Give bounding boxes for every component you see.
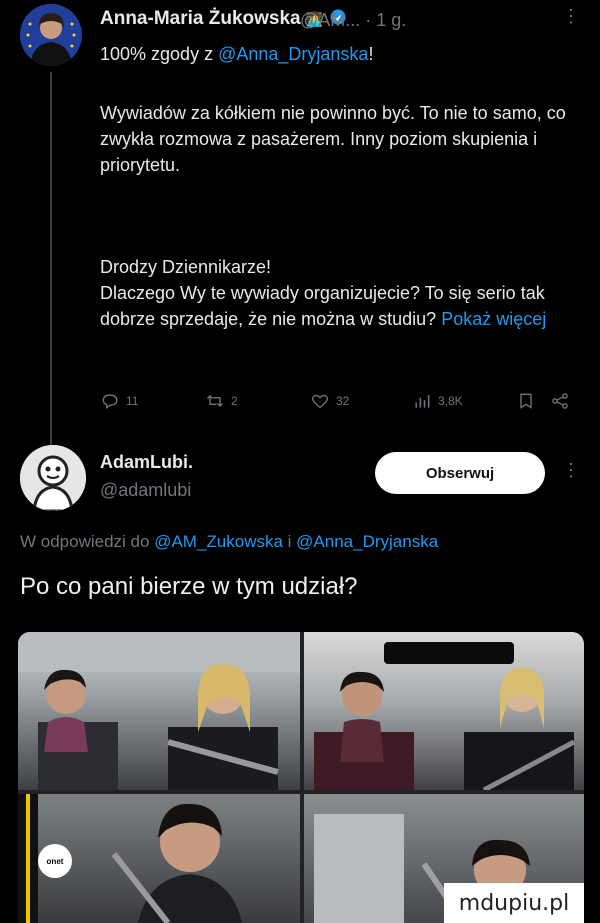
reply-prefix: W odpowiedzi do xyxy=(20,532,155,551)
like-count: 32 xyxy=(336,394,350,408)
bookmark-icon xyxy=(520,393,532,409)
reply-action[interactable]: 11 xyxy=(100,391,138,411)
author-handle-time[interactable]: @AM... · 1 g. xyxy=(300,10,406,31)
media-image[interactable]: onet mdupiu.pl xyxy=(18,632,584,923)
media-panel-2 xyxy=(304,632,584,790)
views-count: 3,8K xyxy=(438,394,463,408)
media-panel-1 xyxy=(18,632,300,790)
reply-text: Po co pani bierze w tym udział? xyxy=(20,573,358,600)
reply-author-name[interactable]: AdamLubi. xyxy=(100,452,193,473)
media-panel-3: onet xyxy=(18,794,300,923)
paragraph-body: Dlaczego Wy te wywiady organizujecie? To… xyxy=(100,280,570,332)
author-avatar[interactable] xyxy=(20,4,82,66)
reply-mention-1[interactable]: @AM_Zukowska xyxy=(154,532,283,551)
intro-suffix: ! xyxy=(368,44,374,64)
more-options-icon[interactable]: ⋮ xyxy=(562,6,581,27)
like-action[interactable]: 32 xyxy=(310,391,349,411)
heart-icon xyxy=(312,394,328,409)
follow-button[interactable]: Obserwuj xyxy=(375,452,545,494)
repost-icon xyxy=(207,395,223,407)
share-icon xyxy=(552,393,568,409)
reply-mention-2[interactable]: @Anna_Dryjanska xyxy=(296,532,438,551)
mention-link[interactable]: @Anna_Dryjanska xyxy=(218,44,368,64)
tweet-intro: 100% zgody z @Anna_Dryjanska! xyxy=(100,44,373,65)
onet-logo: onet xyxy=(38,844,72,878)
bookmark-action[interactable] xyxy=(516,391,536,411)
more-options-icon-2[interactable]: ⋮ xyxy=(562,460,580,481)
reply-and: i xyxy=(282,532,297,551)
views-chart-icon xyxy=(415,395,430,408)
thread-line xyxy=(50,72,52,448)
watermark: mdupiu.pl xyxy=(444,883,584,923)
tweet-paragraph-1: Wywiadów za kółkiem nie powinno być. To … xyxy=(100,103,566,175)
show-more-link[interactable]: Pokaż więcej xyxy=(441,309,546,329)
tweet-actions: 11 2 32 3,8K xyxy=(100,391,570,415)
reply-author-avatar[interactable] xyxy=(20,445,86,511)
intro-text: 100% zgody z xyxy=(100,44,219,64)
repost-count: 2 xyxy=(231,394,238,408)
views-action[interactable]: 3,8K xyxy=(412,391,463,411)
replying-to: W odpowiedzi do @AM_Zukowska i @Anna_Dry… xyxy=(20,532,590,552)
share-action[interactable] xyxy=(550,391,570,411)
reply-count: 11 xyxy=(126,394,139,408)
paragraph-greeting: Drodzy Dziennikarze! xyxy=(100,257,272,277)
reply-author-handle[interactable]: @adamlubi xyxy=(100,480,191,501)
repost-action[interactable]: 2 xyxy=(205,391,238,411)
tweet-paragraph-2: Drodzy Dziennikarze! Dlaczego Wy te wywi… xyxy=(100,254,570,332)
author-name-text[interactable]: Anna-Maria Żukowska xyxy=(100,8,301,29)
reply-icon xyxy=(102,394,118,409)
